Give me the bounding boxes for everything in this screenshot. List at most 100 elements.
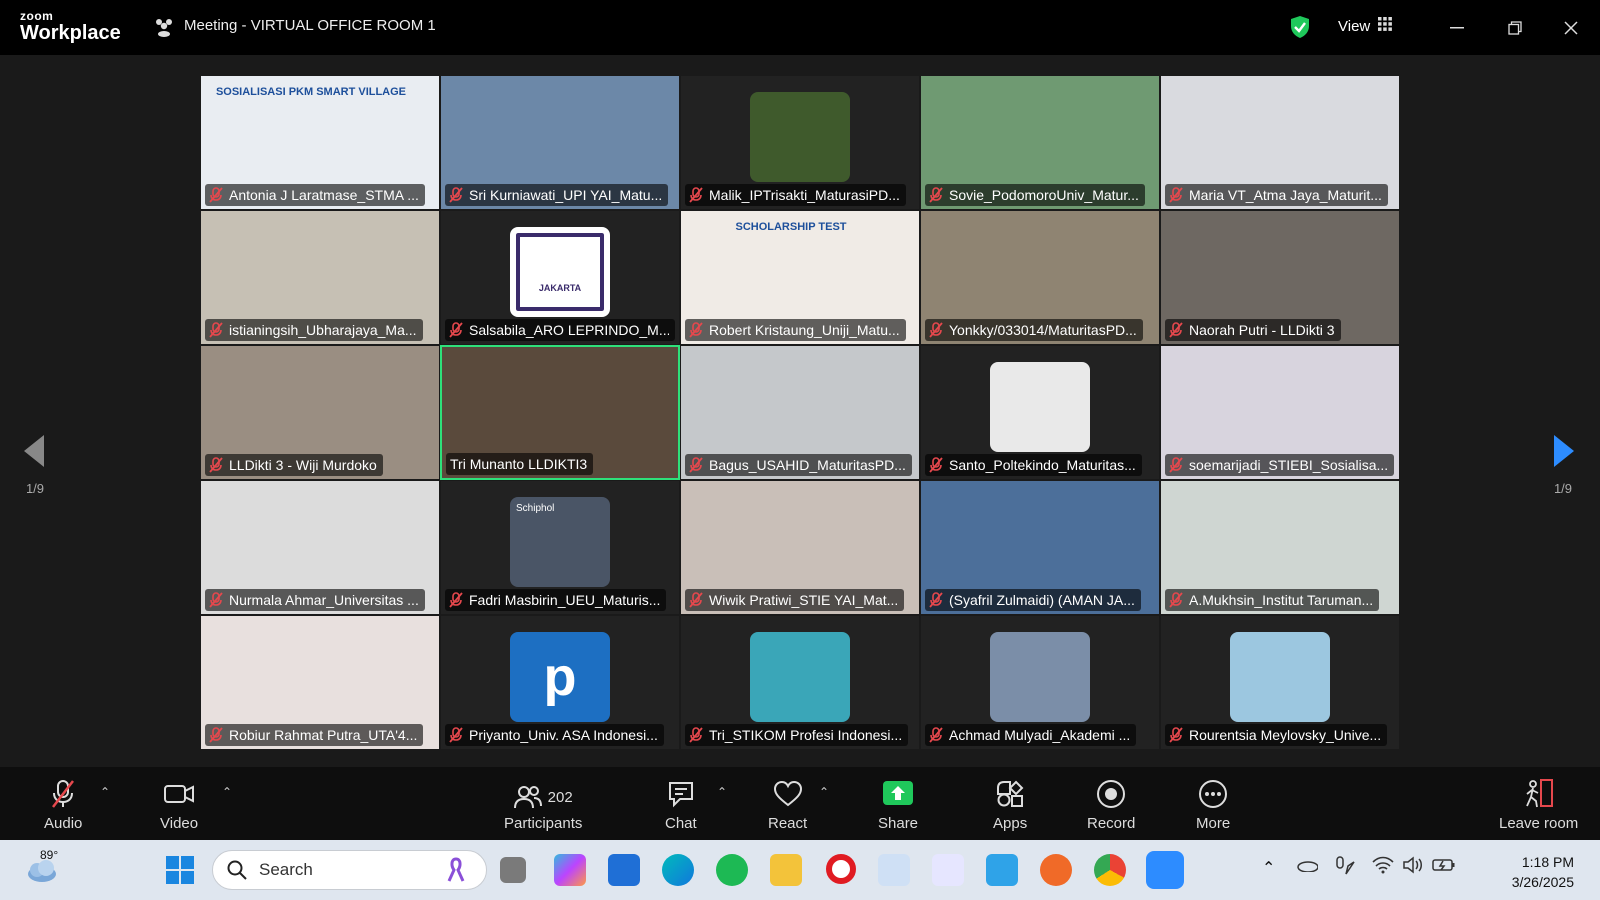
react-options-caret[interactable]: ⌃	[819, 785, 829, 799]
battery-icon[interactable]	[1432, 857, 1456, 878]
brand-small: zoom	[20, 9, 54, 23]
zoom-taskbar-icon[interactable]	[1146, 851, 1184, 889]
participant-tile[interactable]: JAKARTA Salsabila_ARO LEPRINDO_M...	[440, 210, 680, 345]
apps-icon	[997, 780, 1024, 807]
onedrive-cloud-icon[interactable]	[1296, 858, 1319, 877]
chat-options-caret[interactable]: ⌃	[717, 785, 727, 799]
profile-letter: p	[543, 647, 577, 707]
share-label: Share	[878, 815, 919, 832]
participant-name-tag: Naorah Putri - LLDikti 3	[1165, 319, 1341, 341]
next-page[interactable]: 1/9	[1552, 435, 1574, 496]
spotify-icon[interactable]	[716, 854, 748, 886]
previous-arrow-icon	[24, 435, 44, 467]
participant-tile[interactable]: Achmad Mulyadi_Akademi ...	[920, 615, 1160, 750]
chat-button[interactable]: Chat	[665, 779, 697, 832]
video-options-caret[interactable]: ⌃	[222, 785, 232, 799]
participant-name: Yonkky/033014/MaturitasPD...	[949, 322, 1137, 338]
participant-name: Bagus_USAHID_MaturitasPD...	[709, 457, 906, 473]
participant-name-tag: Robiur Rahmat Putra_UTA'4...	[205, 724, 424, 746]
participant-tile[interactable]: Naorah Putri - LLDikti 3	[1160, 210, 1400, 345]
participant-tile[interactable]: A.Mukhsin_Institut Taruman...	[1160, 480, 1400, 615]
participant-name: Salsabila_ARO LEPRINDO_M...	[469, 322, 669, 338]
kampus-merdeka-icon[interactable]	[932, 854, 964, 886]
file-explorer-icon[interactable]	[770, 854, 802, 886]
minimize-icon[interactable]	[1442, 13, 1472, 43]
record-button[interactable]: Record	[1087, 779, 1135, 832]
audio-options-caret[interactable]: ⌃	[100, 785, 110, 799]
participant-tile[interactable]: Schiphol Fadri Masbirin_UEU_Maturis...	[440, 480, 680, 615]
audio-button[interactable]: Audio	[44, 779, 82, 832]
participant-tile[interactable]: Bagus_USAHID_MaturitasPD...	[680, 345, 920, 480]
previous-page[interactable]: 1/9	[24, 435, 46, 496]
app-3-icon[interactable]	[986, 854, 1018, 886]
apps-button[interactable]: Apps	[993, 779, 1027, 832]
participant-tile[interactable]: Robiur Rahmat Putra_UTA'4...	[200, 615, 440, 750]
weather-widget[interactable]: 89°	[24, 848, 60, 891]
participant-tile[interactable]: SOSIALISASI PKM SMART VILLAGE Antonia J L…	[200, 75, 440, 210]
record-icon	[1097, 780, 1126, 808]
muted-mic-icon	[929, 727, 943, 743]
participants-label: Participants	[504, 815, 583, 832]
participant-name: A.Mukhsin_Institut Taruman...	[1189, 592, 1374, 608]
page-indicator-right: 1/9	[1553, 481, 1573, 496]
participant-name-tag: Nurmala Ahmar_Universitas ...	[205, 589, 425, 611]
search-placeholder: Search	[259, 860, 313, 879]
participant-tile[interactable]: Rourentsia Meylovsky_Unive...	[1160, 615, 1400, 750]
muted-mic-icon	[689, 727, 703, 743]
video-button[interactable]: Video	[160, 779, 198, 832]
restore-icon[interactable]	[1500, 13, 1530, 43]
close-icon[interactable]	[1556, 13, 1586, 43]
wifi-icon[interactable]	[1372, 856, 1394, 879]
share-button[interactable]: Share	[878, 779, 918, 832]
react-button[interactable]: React	[768, 779, 807, 832]
muted-mic-icon	[449, 592, 463, 608]
muted-mic-icon	[209, 322, 223, 338]
search-icon	[227, 860, 247, 880]
participant-name: istianingsih_Ubharajaya_Ma...	[229, 322, 417, 338]
muted-mic-icon	[209, 457, 223, 473]
leave-room-button[interactable]: Leave room	[1499, 779, 1578, 832]
security-shield-icon[interactable]	[1290, 15, 1310, 44]
snipping-tool-icon[interactable]	[878, 854, 910, 886]
participant-tile[interactable]: Maria VT_Atma Jaya_Maturit...	[1160, 75, 1400, 210]
participant-tile[interactable]: Wiwik Pratiwi_STIE YAI_Mat...	[680, 480, 920, 615]
participant-name-tag: LLDikti 3 - Wiji Murdoko	[205, 454, 383, 476]
muted-mic-icon	[929, 592, 943, 608]
tray-overflow-icon[interactable]: ⌃	[1262, 858, 1275, 878]
participant-tile[interactable]: Tri Munanto LLDIKTI3	[440, 345, 680, 480]
participant-tile[interactable]: istianingsih_Ubharajaya_Ma...	[200, 210, 440, 345]
participant-tile[interactable]: (Syafril Zulmaidi) (AMAN JA...	[920, 480, 1160, 615]
profile-picture	[750, 632, 850, 722]
participant-tile[interactable]: Tri_STIKOM Profesi Indonesi...	[680, 615, 920, 750]
system-clock[interactable]: 1:18 PM 3/26/2025	[1512, 852, 1574, 892]
participant-name-tag: Tri Munanto LLDIKTI3	[446, 453, 594, 475]
maps-pin-icon[interactable]	[1040, 854, 1072, 886]
volume-icon[interactable]	[1402, 856, 1424, 879]
participant-tile[interactable]: Nurmala Ahmar_Universitas ...	[200, 480, 440, 615]
participant-tile[interactable]: soemarijadi_STIEBI_Sosialisa...	[1160, 345, 1400, 480]
muted-mic-icon	[929, 187, 943, 203]
taskbar-search-input[interactable]: Search	[212, 850, 487, 890]
participant-tile[interactable]: Sri Kurniawati_UPI YAI_Matu...	[440, 75, 680, 210]
more-button[interactable]: More	[1196, 779, 1230, 832]
opera-icon[interactable]	[826, 854, 856, 884]
muted-mic-icon	[929, 322, 943, 338]
participant-tile[interactable]: Yonkky/033014/MaturitasPD...	[920, 210, 1160, 345]
participant-tile[interactable]: p Priyanto_Univ. ASA Indonesi...	[440, 615, 680, 750]
location-mic-icon[interactable]	[1334, 856, 1356, 881]
view-button[interactable]: View	[1338, 17, 1393, 35]
copilot-icon[interactable]	[554, 854, 586, 886]
muted-mic-icon	[1169, 727, 1183, 743]
participant-tile[interactable]: Malik_IPTrisakti_MaturasiPD...	[680, 75, 920, 210]
windows-start-icon[interactable]	[164, 854, 196, 886]
edge-browser-icon[interactable]	[662, 854, 694, 886]
chrome-icon[interactable]	[1094, 854, 1126, 886]
participants-button[interactable]: 202 Participants	[504, 779, 582, 832]
participant-tile[interactable]: Sovie_PodomoroUniv_Matur...	[920, 75, 1160, 210]
task-view-icon[interactable]	[500, 857, 526, 883]
mail-icon[interactable]	[608, 854, 640, 886]
participant-tile[interactable]: LLDikti 3 - Wiji Murdoko	[200, 345, 440, 480]
participant-tile[interactable]: SCHOLARSHIP TEST Robert Kristaung_Uniji_M…	[680, 210, 920, 345]
participant-tile[interactable]: Santo_Poltekindo_Maturitas...	[920, 345, 1160, 480]
video-label: Video	[160, 815, 199, 832]
